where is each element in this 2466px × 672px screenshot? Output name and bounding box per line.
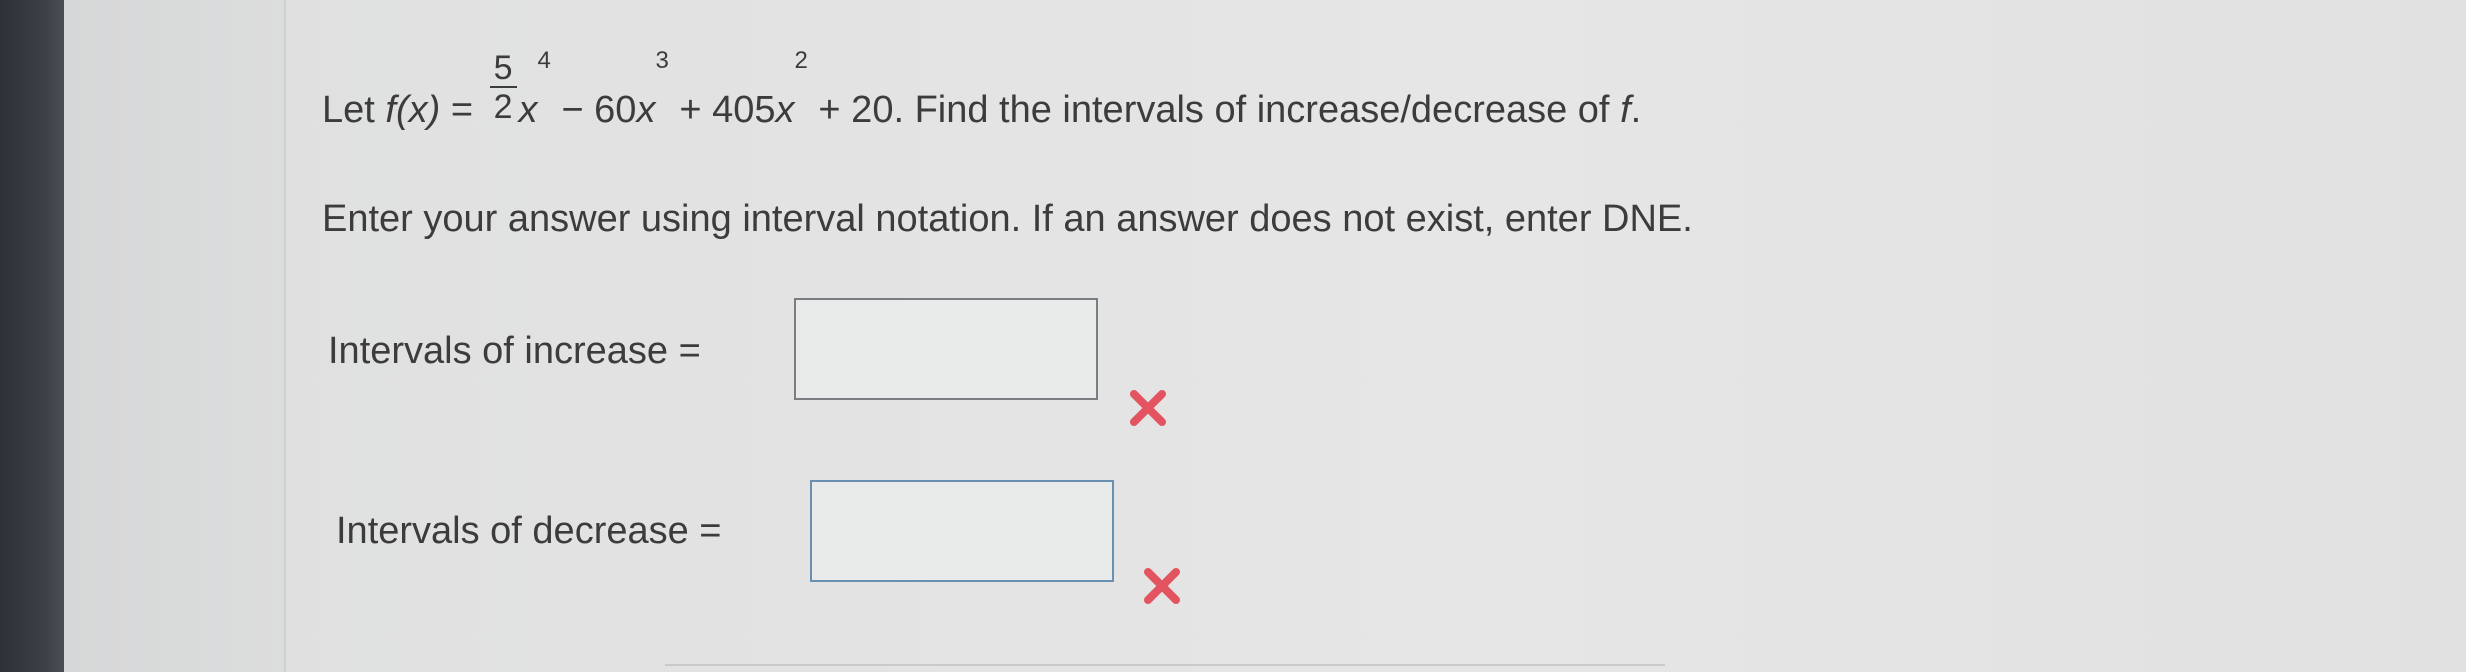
exponent-2: 2 bbox=[794, 47, 808, 74]
decrease-label: Intervals of decrease = bbox=[336, 510, 722, 552]
fraction-denominator: 2 bbox=[493, 88, 513, 126]
var-x3: x bbox=[636, 89, 656, 131]
content-edge bbox=[284, 0, 286, 672]
exponent-4: 4 bbox=[537, 47, 551, 74]
increase-label: Intervals of increase = bbox=[328, 330, 701, 372]
question-prefix: Let bbox=[322, 89, 386, 131]
question-period: . bbox=[1630, 89, 1642, 131]
screen-bezel bbox=[0, 0, 64, 672]
instruction-text: Enter your answer using interval notatio… bbox=[322, 198, 1693, 240]
var-x4: x bbox=[518, 89, 538, 131]
term-405: + 405 bbox=[668, 89, 776, 131]
left-margin bbox=[64, 0, 284, 672]
decrease-input[interactable] bbox=[810, 480, 1114, 582]
question-text: Let f(x) = 5 2 x4 − 60x3 + 405x2 + 20. Fin… bbox=[322, 49, 1642, 131]
bottom-divider bbox=[665, 664, 1665, 666]
function-name: f(x) bbox=[385, 89, 441, 131]
term-60: − 60 bbox=[550, 89, 637, 131]
exponent-3: 3 bbox=[655, 47, 669, 74]
equals-sign: = bbox=[440, 89, 484, 131]
function-f: f bbox=[1620, 89, 1631, 131]
var-x2: x bbox=[775, 89, 795, 131]
fraction: 52 bbox=[489, 51, 517, 126]
x-mark-icon bbox=[1128, 388, 1168, 428]
x-mark-icon bbox=[1142, 566, 1182, 606]
increase-input[interactable] bbox=[794, 298, 1098, 400]
question-suffix: + 20. Find the intervals of increase/dec… bbox=[807, 89, 1621, 131]
fraction-numerator: 5 bbox=[489, 51, 517, 88]
